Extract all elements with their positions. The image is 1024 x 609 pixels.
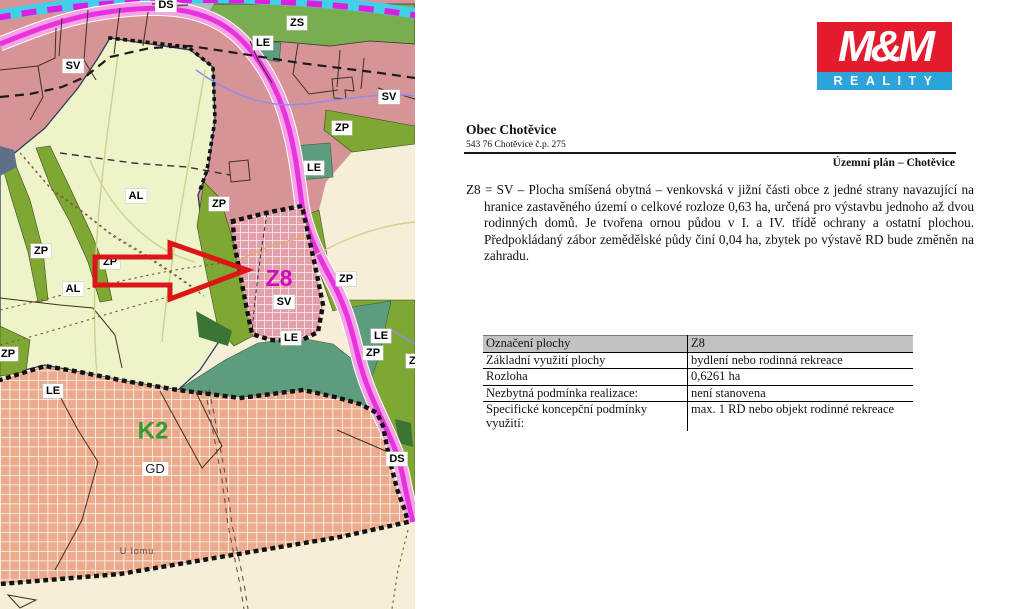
plot-table: Označení plochy Z8 Základní využití plochy… — [483, 335, 913, 431]
header-rule — [464, 152, 956, 154]
map-label-u-lomu: U lomu — [119, 546, 155, 556]
table-cell-label: Nezbytná podmínka realizace: — [483, 385, 688, 402]
map-label-zp: ZP — [208, 197, 230, 211]
org-address: 543 76 Chotěvice č.p. 275 — [466, 140, 566, 150]
table-cell-label: Rozloha — [483, 368, 688, 385]
table-cell-label: Označení plochy — [483, 335, 688, 352]
map-label-sv: SV — [62, 59, 84, 73]
document-title: Územní plán – Chotěvice — [832, 157, 955, 169]
map-label-sv: SV — [273, 295, 295, 309]
map-label-le: LE — [370, 329, 392, 343]
plot-description: Z8 = SV – Plocha smíšená obytná – venkov… — [466, 182, 974, 263]
map-label-le: LE — [280, 331, 302, 345]
table-cell-value: max. 1 RD nebo objekt rodinné rekreace — [691, 402, 895, 416]
map-label-zp: ZP — [405, 354, 415, 368]
table-row: Nezbytná podmínka realizace: není stanove… — [483, 385, 913, 402]
page: DS ZS LE SV SV ZP LE AL ZP ZP ZP Z8 ZP AL SV LE LE ZP ZP ZP… — [0, 0, 1024, 609]
map-label-le: LE — [42, 384, 64, 398]
table-cell-label: Specifické koncepční podmínky využití: — [483, 401, 688, 431]
table-cell-value: 0,6261 ha — [691, 369, 741, 383]
logo-reality: REALITY — [817, 72, 952, 90]
map-label-le: LE — [303, 161, 325, 175]
table-row: Specifické koncepční podmínky využití: ma… — [483, 401, 913, 431]
map-label-le: LE — [252, 36, 274, 50]
map-label-zp: ZP — [30, 244, 52, 258]
map-label-zp: ZP — [362, 346, 384, 360]
map-label-ds: DS — [155, 0, 177, 12]
map-label-zp: ZP — [335, 272, 357, 286]
org-name: Obec Chotěvice — [466, 122, 557, 137]
map-label-k2: K2 — [137, 417, 169, 445]
map-label-gd: GD — [142, 462, 168, 476]
map-label-al: AL — [125, 189, 147, 203]
map-label-ds: DS — [386, 452, 408, 466]
map-labels-layer: DS ZS LE SV SV ZP LE AL ZP ZP ZP Z8 ZP AL SV LE LE ZP ZP ZP… — [0, 0, 415, 609]
mm-reality-logo: M&M REALITY — [817, 22, 952, 90]
map-label-zp: ZP — [0, 347, 19, 361]
zoning-map-image: DS ZS LE SV SV ZP LE AL ZP ZP ZP Z8 ZP AL SV LE LE ZP ZP ZP… — [0, 0, 415, 609]
table-row: Označení plochy Z8 — [483, 335, 913, 352]
map-label-al: AL — [62, 282, 84, 296]
map-label-zp: ZP — [331, 121, 353, 135]
table-cell-value: není stanovena — [691, 385, 766, 400]
map-label-zs: ZS — [286, 16, 308, 30]
map-label-sv: SV — [378, 90, 400, 104]
table-cell-value: bydlení nebo rodinná rekreace — [691, 352, 843, 367]
table-row: Rozloha 0,6261 ha — [483, 368, 913, 385]
map-label-zp: ZP — [99, 255, 121, 269]
table-cell-label: Základní využití plochy — [483, 352, 688, 369]
table-row: Základní využití plochy bydlení nebo rodi… — [483, 352, 913, 369]
table-cell-value: Z8 — [691, 336, 705, 350]
logo-mm: M&M — [817, 22, 952, 72]
map-label-z8: Z8 — [265, 265, 293, 291]
document-panel: M&M REALITY Obec Chotěvice 543 76 Chotěv… — [415, 0, 1024, 609]
